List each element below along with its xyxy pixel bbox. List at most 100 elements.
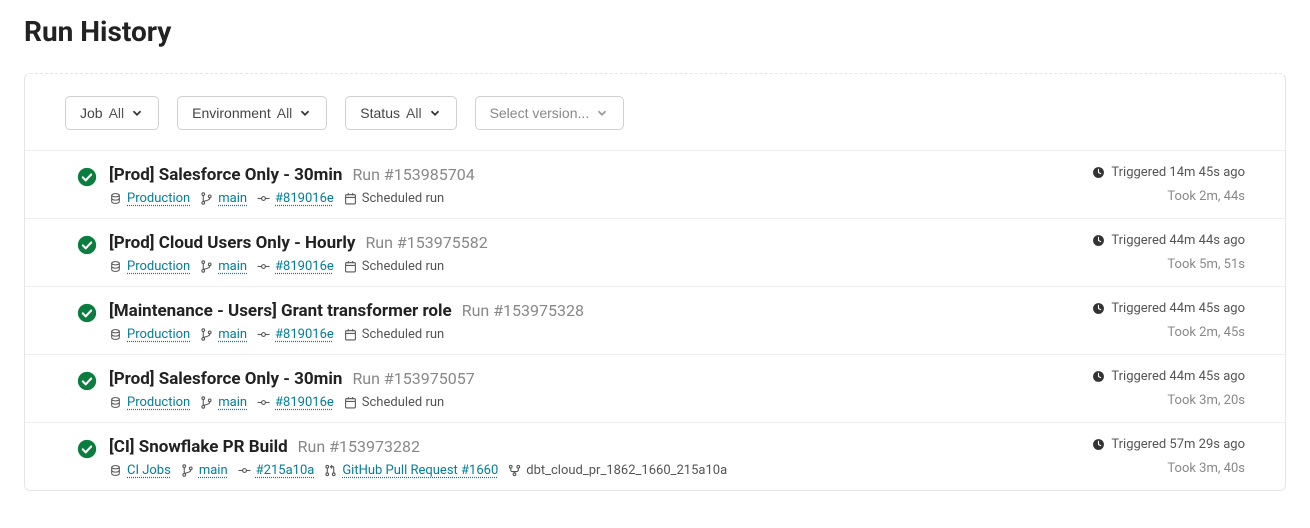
job-name: [Maintenance - Users] Grant transformer … <box>109 301 452 321</box>
environment-link[interactable]: Production <box>109 191 190 206</box>
branch-link[interactable]: main <box>200 259 247 274</box>
branch-link-label: main <box>199 463 228 478</box>
run-number: Run #153975328 <box>462 301 584 320</box>
commit-link-label: #215a10a <box>256 463 315 478</box>
git-branch-icon <box>200 328 213 341</box>
calendar-icon <box>344 260 357 273</box>
layers-icon <box>109 260 122 273</box>
triggered-label: Triggered 44m 44s ago <box>1111 233 1245 248</box>
run-list: [Prod] Salesforce Only - 30min Run #15398… <box>25 150 1285 490</box>
chevron-down-icon <box>428 106 442 120</box>
environment-filter[interactable]: Environment All <box>177 96 327 130</box>
schema-name-label: dbt_cloud_pr_1862_1660_215a10a <box>526 463 727 478</box>
trigger-type: Scheduled run <box>344 395 444 410</box>
triggered-time: Triggered 44m 44s ago <box>1092 233 1245 248</box>
branch-link[interactable]: main <box>200 191 247 206</box>
environment-link[interactable]: CI Jobs <box>109 463 171 478</box>
triggered-time: Triggered 44m 45s ago <box>1092 301 1245 316</box>
environment-link-label: Production <box>127 259 190 274</box>
git-branch-icon <box>200 396 213 409</box>
status-success-icon <box>77 371 97 391</box>
trigger-type: Scheduled run <box>344 259 444 274</box>
commit-link-label: #819016e <box>275 327 334 342</box>
calendar-icon <box>344 396 357 409</box>
branch-link[interactable]: main <box>181 463 228 478</box>
clock-icon <box>1092 166 1105 179</box>
job-name: [Prod] Salesforce Only - 30min <box>109 369 342 389</box>
trigger-type-label: Scheduled run <box>362 259 444 274</box>
status-success-icon <box>77 167 97 187</box>
commit-link-label: #819016e <box>275 191 334 206</box>
version-placeholder: Select version... <box>490 105 590 121</box>
commit-link[interactable]: #215a10a <box>238 463 315 478</box>
git-commit-icon <box>238 464 251 477</box>
environment-link[interactable]: Production <box>109 395 190 410</box>
environment-link[interactable]: Production <box>109 259 190 274</box>
environment-link-label: CI Jobs <box>127 463 171 478</box>
commit-link[interactable]: #819016e <box>257 259 334 274</box>
chevron-down-icon <box>298 106 312 120</box>
layers-icon <box>109 464 122 477</box>
commit-link-label: #819016e <box>275 395 334 410</box>
git-commit-icon <box>257 192 270 205</box>
calendar-icon <box>344 192 357 205</box>
run-row[interactable]: [CI] Snowflake PR BuildRun #153973282CI … <box>25 422 1285 490</box>
job-filter[interactable]: Job All <box>65 96 159 130</box>
run-number: Run #153973282 <box>298 437 420 456</box>
run-row[interactable]: [Prod] Salesforce Only - 30minRun #15398… <box>25 150 1285 218</box>
page-title: Run History <box>24 15 1310 48</box>
status-success-icon <box>77 439 97 459</box>
triggered-label: Triggered 57m 29s ago <box>1111 437 1245 452</box>
environment-link[interactable]: Production <box>109 327 190 342</box>
branch-link[interactable]: main <box>200 395 247 410</box>
triggered-time: Triggered 57m 29s ago <box>1092 437 1245 452</box>
triggered-label: Triggered 44m 45s ago <box>1111 301 1245 316</box>
triggered-time: Triggered 14m 45s ago <box>1092 165 1245 180</box>
run-row[interactable]: [Prod] Salesforce Only - 30min Run #15397… <box>25 354 1285 422</box>
environment-filter-value: All <box>277 105 293 121</box>
commit-link-label: #819016e <box>275 259 334 274</box>
layers-icon <box>109 328 122 341</box>
pr-link[interactable]: GitHub Pull Request #1660 <box>324 463 498 478</box>
run-number: Run #153985704 <box>352 165 474 184</box>
layers-icon <box>109 396 122 409</box>
trigger-type-label: Scheduled run <box>362 395 444 410</box>
status-success-icon <box>77 235 97 255</box>
duration: Took 3m, 20s <box>1092 393 1245 408</box>
branch-link[interactable]: main <box>200 327 247 342</box>
pull-request-icon <box>324 464 337 477</box>
commit-link[interactable]: #819016e <box>257 327 334 342</box>
calendar-icon <box>344 328 357 341</box>
branch-link-label: main <box>218 327 247 342</box>
trigger-type: Scheduled run <box>344 327 444 342</box>
flow-icon <box>508 464 521 477</box>
environment-filter-label: Environment <box>192 105 271 121</box>
clock-icon <box>1092 370 1105 383</box>
run-row[interactable]: [Maintenance - Users] Grant transformer … <box>25 286 1285 354</box>
clock-icon <box>1092 438 1105 451</box>
branch-link-label: main <box>218 191 247 206</box>
commit-link[interactable]: #819016e <box>257 395 334 410</box>
duration: Took 5m, 51s <box>1092 257 1245 272</box>
run-number: Run #153975057 <box>352 369 474 388</box>
status-success-icon <box>77 303 97 323</box>
environment-link-label: Production <box>127 191 190 206</box>
job-name: [Prod] Cloud Users Only - Hourly <box>109 233 355 253</box>
branch-link-label: main <box>218 395 247 410</box>
run-history-panel: Job All Environment All Status All Selec… <box>24 73 1286 491</box>
chevron-down-icon <box>130 106 144 120</box>
pr-link-label: GitHub Pull Request #1660 <box>342 463 498 478</box>
job-filter-value: All <box>109 105 125 121</box>
clock-icon <box>1092 234 1105 247</box>
git-commit-icon <box>257 328 270 341</box>
chevron-down-icon <box>595 106 609 120</box>
branch-link-label: main <box>218 259 247 274</box>
status-filter-label: Status <box>360 105 400 121</box>
status-filter[interactable]: Status All <box>345 96 456 130</box>
version-select[interactable]: Select version... <box>475 96 625 130</box>
trigger-type-label: Scheduled run <box>362 327 444 342</box>
commit-link[interactable]: #819016e <box>257 191 334 206</box>
run-row[interactable]: [Prod] Cloud Users Only - HourlyRun #153… <box>25 218 1285 286</box>
trigger-type: Scheduled run <box>344 191 444 206</box>
triggered-label: Triggered 14m 45s ago <box>1111 165 1245 180</box>
